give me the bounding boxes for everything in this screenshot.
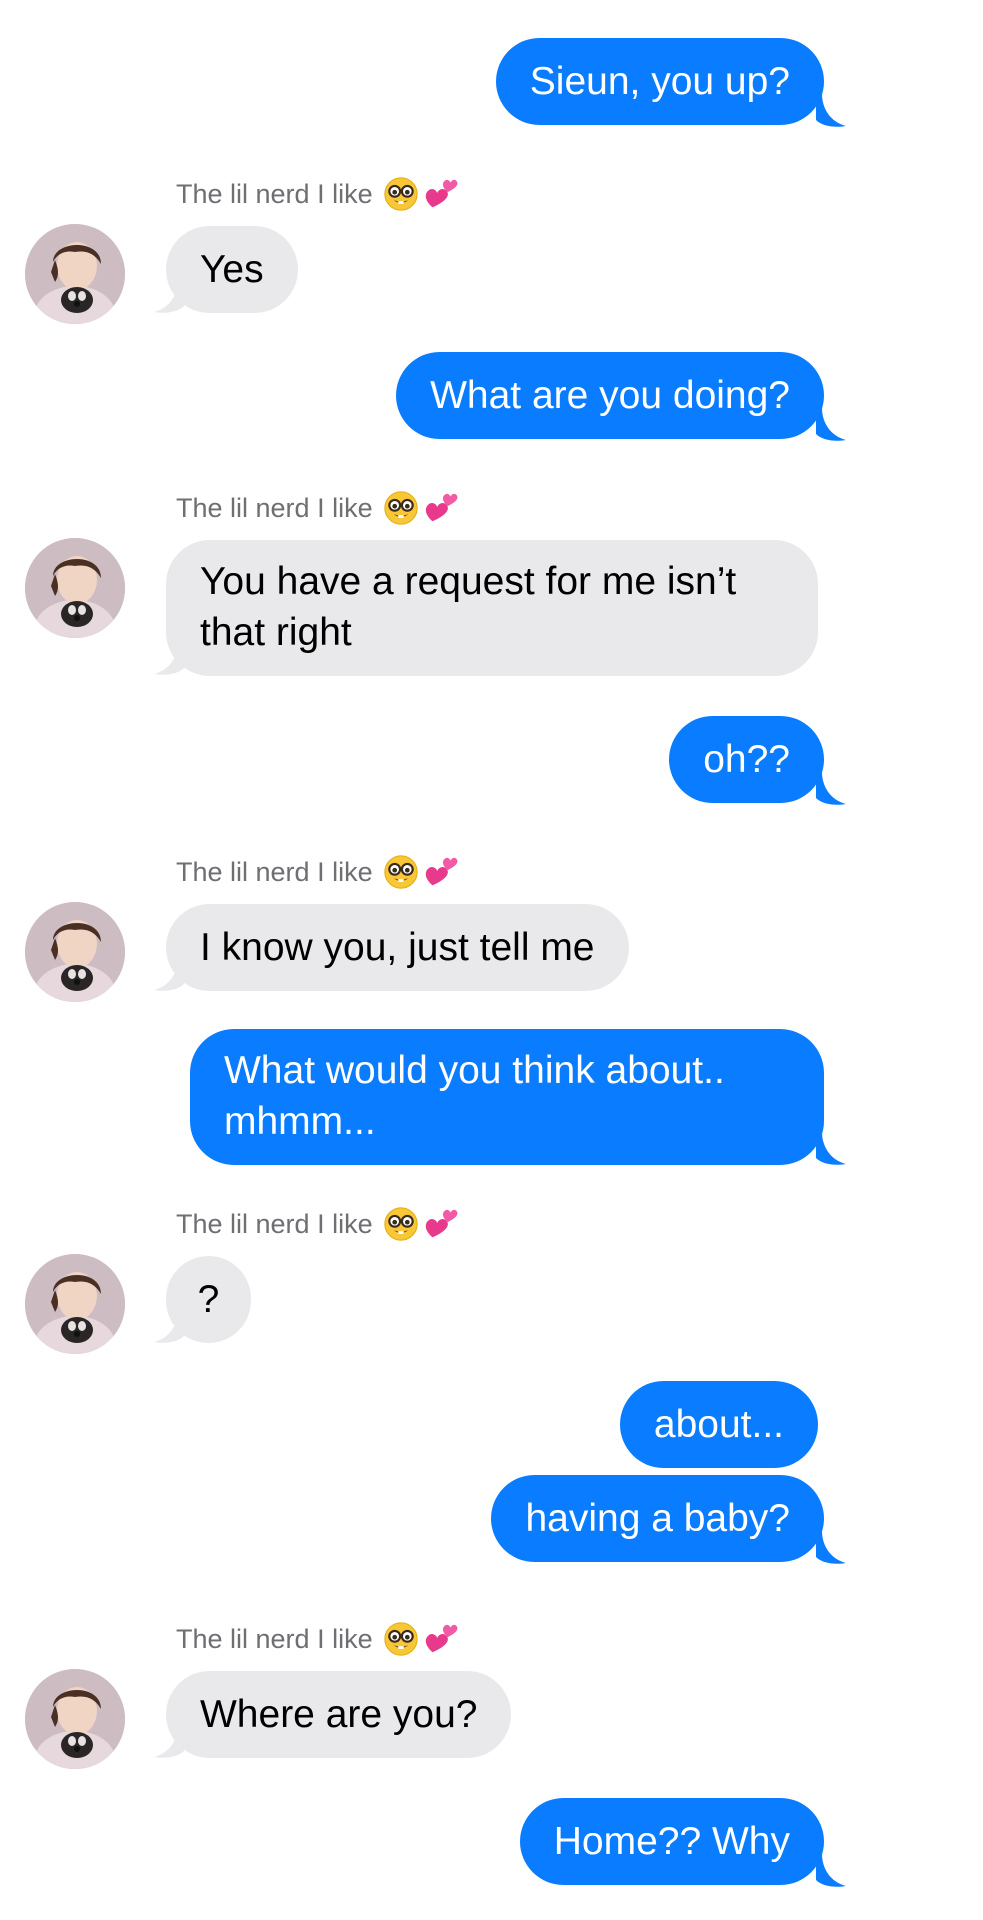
message-text: Home?? Why	[553, 1820, 790, 1863]
message-bubble-incoming[interactable]: You have a request for me isn’t that rig…	[166, 540, 818, 676]
message-text: oh??	[703, 738, 790, 781]
bubble-tail-icon	[816, 408, 846, 442]
avatar[interactable]	[25, 224, 125, 324]
two-hearts-icon	[423, 175, 461, 213]
message-text: I know you, just tell me	[200, 926, 595, 969]
nerd-face-icon	[383, 854, 419, 890]
avatar[interactable]	[25, 538, 125, 638]
nerd-face-icon	[383, 176, 419, 212]
two-hearts-icon	[423, 1620, 461, 1658]
message-text: Where are you?	[200, 1693, 478, 1736]
message-bubble-incoming[interactable]: Where are you?	[166, 1671, 512, 1758]
message-bubble-outgoing[interactable]: oh??	[669, 716, 824, 803]
sender-name: The lil nerd I like	[176, 1623, 373, 1654]
message-text: What are you doing?	[430, 374, 790, 417]
message-text-line: You have a request for me isn’t	[200, 560, 737, 603]
message-text-line: What would you think about..	[224, 1049, 725, 1092]
avatar[interactable]	[25, 1669, 125, 1769]
sender-label: The lil nerd I like	[176, 852, 461, 892]
message-bubble-outgoing[interactable]: about...	[619, 1381, 818, 1468]
bubble-tail-icon	[816, 1854, 846, 1888]
message-text-line: that right	[200, 611, 352, 654]
message-bubble-outgoing[interactable]: What would you think about.. mhmm...	[190, 1029, 824, 1165]
message-bubble-outgoing[interactable]: Sieun, you up?	[495, 38, 824, 125]
nerd-face-icon	[383, 1621, 419, 1657]
two-hearts-icon	[423, 853, 461, 891]
nerd-face-icon	[383, 1206, 419, 1242]
message-text: Sieun, you up?	[529, 60, 790, 103]
two-hearts-icon	[423, 1205, 461, 1243]
avatar[interactable]	[25, 1254, 125, 1354]
avatar[interactable]	[25, 902, 125, 1002]
nerd-face-icon	[383, 490, 419, 526]
message-bubble-incoming[interactable]: I know you, just tell me	[166, 904, 629, 991]
message-text: Yes	[200, 248, 264, 291]
sender-label: The lil nerd I like	[176, 174, 461, 214]
bubble-tail-icon	[816, 94, 846, 128]
message-bubble-outgoing[interactable]: having a baby?	[491, 1475, 824, 1562]
message-bubble-incoming[interactable]: Yes	[166, 226, 298, 313]
sender-label: The lil nerd I like	[176, 1619, 461, 1659]
message-text: having a baby?	[525, 1497, 790, 1540]
message-text: about...	[653, 1403, 784, 1446]
bubble-tail-icon	[816, 1132, 846, 1166]
bubble-tail-icon	[816, 772, 846, 806]
sender-name: The lil nerd I like	[176, 1208, 373, 1239]
message-bubble-outgoing[interactable]: Home?? Why	[519, 1798, 824, 1885]
sender-label: The lil nerd I like	[176, 1204, 461, 1244]
bubble-tail-icon	[816, 1531, 846, 1565]
message-text-line: mhmm...	[224, 1100, 376, 1143]
sender-name: The lil nerd I like	[176, 492, 373, 523]
two-hearts-icon	[423, 489, 461, 527]
message-bubble-outgoing[interactable]: What are you doing?	[396, 352, 824, 439]
sender-name: The lil nerd I like	[176, 178, 373, 209]
sender-label: The lil nerd I like	[176, 488, 461, 528]
message-bubble-incoming[interactable]: ?	[166, 1256, 251, 1343]
message-text: ?	[197, 1278, 220, 1321]
sender-name: The lil nerd I like	[176, 856, 373, 887]
